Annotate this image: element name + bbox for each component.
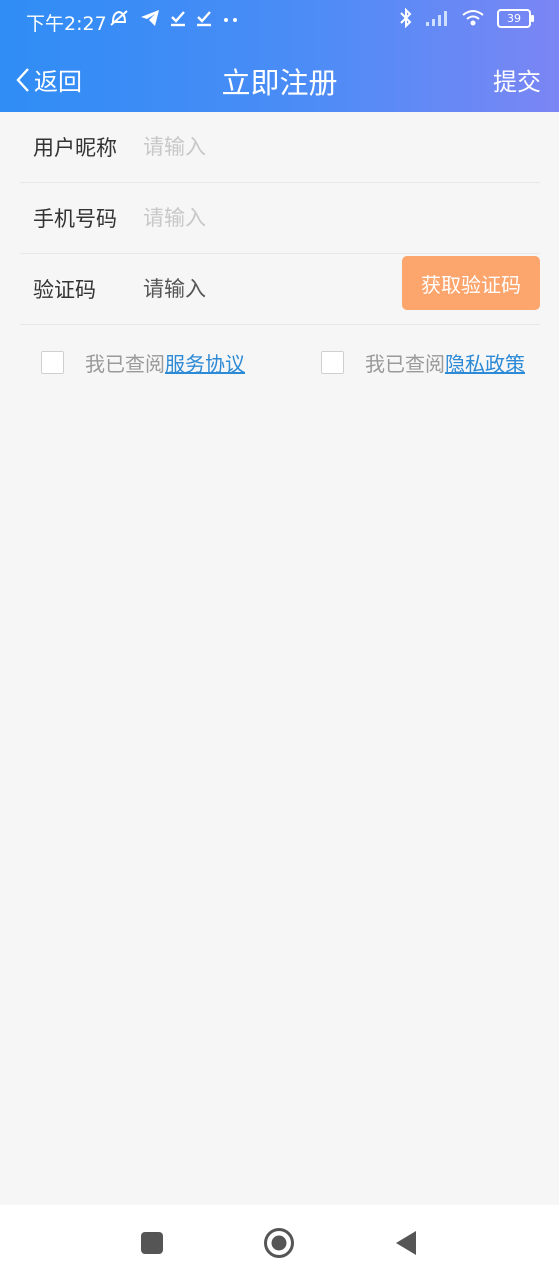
home-icon[interactable] [263,1227,295,1259]
service-agreement-link[interactable]: 服务协议 [165,348,245,377]
check-download-icon [197,11,211,27]
register-form: 用户昵称 手机号码 验证码 获取验证码 [20,112,540,325]
signal-icon [426,11,447,26]
privacy-policy-link[interactable]: 隐私政策 [445,348,525,377]
nickname-row: 用户昵称 [20,112,540,183]
nickname-input[interactable] [141,134,365,160]
battery-icon: 39 [497,8,534,28]
phone-input[interactable] [141,205,365,231]
more-dots-icon [224,18,237,22]
code-row: 验证码 获取验证码 [20,254,540,325]
get-code-button[interactable]: 获取验证码 [402,256,540,310]
service-agreement: 我已查阅 服务协议 [41,348,245,377]
back-triangle-icon[interactable] [394,1230,418,1256]
check-download-icon [171,11,185,27]
wifi-icon [462,10,484,26]
service-agreement-prefix: 我已查阅 [85,352,165,376]
code-label: 验证码 [33,278,96,302]
phone-row: 手机号码 [20,183,540,254]
nav-bar: 返回 立即注册 提交 [0,50,559,110]
nickname-label: 用户昵称 [33,136,117,160]
telegram-icon [141,10,159,26]
status-time: 下午2:27 [26,13,107,35]
privacy-policy-prefix: 我已查阅 [365,352,445,376]
code-input[interactable] [141,276,365,302]
phone-label: 手机号码 [33,207,117,231]
system-nav-bar [0,1205,559,1280]
status-bar: 下午2:27 39 [0,0,559,42]
bluetooth-icon [400,8,412,28]
app-header: 下午2:27 39 返回 立即注册 提交 [0,0,559,112]
mute-bell-icon [110,10,128,26]
privacy-agreement: 我已查阅 隐私政策 [321,348,525,377]
service-agreement-checkbox[interactable] [41,351,64,374]
submit-button[interactable]: 提交 [493,62,541,97]
privacy-policy-checkbox[interactable] [321,351,344,374]
recent-apps-icon[interactable] [140,1231,164,1255]
page-title: 立即注册 [221,66,338,100]
agreements-row: 我已查阅 服务协议 我已查阅 隐私政策 [0,340,559,382]
